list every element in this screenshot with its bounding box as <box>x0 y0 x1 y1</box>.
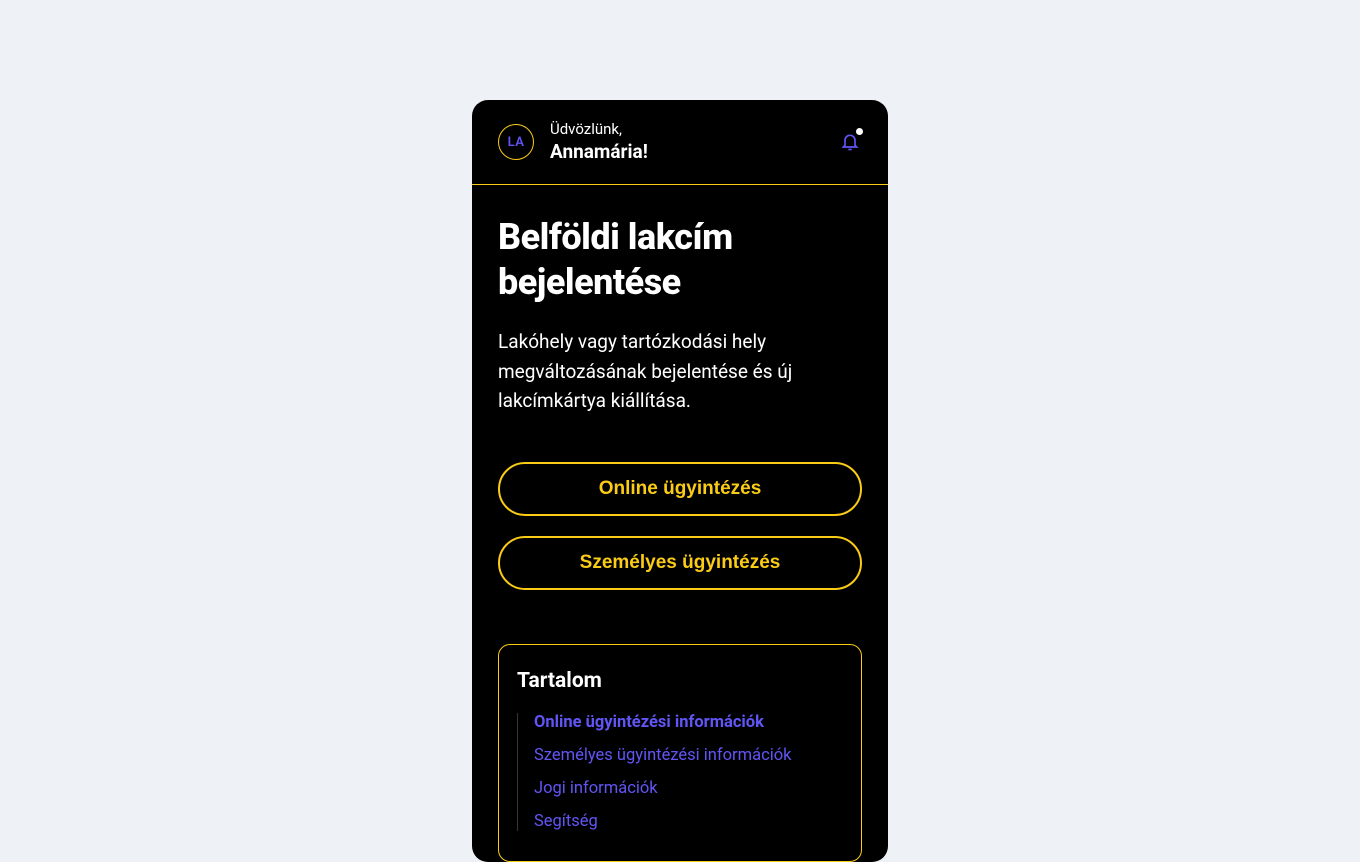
avatar[interactable]: LA <box>498 124 534 160</box>
notification-dot <box>856 128 863 135</box>
toc-card: Tartalom Online ügyintézési információk … <box>498 644 862 862</box>
avatar-initials: LA <box>508 135 525 150</box>
notifications-button[interactable] <box>838 130 862 154</box>
toc-item-online-info[interactable]: Online ügyintézési információk <box>534 713 843 732</box>
app-frame: LA Üdvözlünk, Annamária! Belföldi lakcím… <box>472 100 888 862</box>
greeting-name: Annamária! <box>550 140 838 165</box>
inperson-service-button[interactable]: Személyes ügyintézés <box>498 536 862 590</box>
toc-item-legal-info[interactable]: Jogi információk <box>534 779 843 798</box>
action-buttons: Online ügyintézés Személyes ügyintézés <box>498 462 862 590</box>
header: LA Üdvözlünk, Annamária! <box>472 100 888 185</box>
toc-list: Online ügyintézési információk Személyes… <box>517 713 843 831</box>
page-description: Lakóhely vagy tartózkodási hely megválto… <box>498 327 862 415</box>
greeting-block: Üdvözlünk, Annamária! <box>550 120 838 164</box>
toc-title: Tartalom <box>517 669 843 693</box>
online-service-button[interactable]: Online ügyintézés <box>498 462 862 516</box>
greeting-label: Üdvözlünk, <box>550 120 838 140</box>
toc-item-inperson-info[interactable]: Személyes ügyintézési információk <box>534 746 843 765</box>
main-content: Belföldi lakcím bejelentése Lakóhely vag… <box>472 185 888 861</box>
page-title: Belföldi lakcím bejelentése <box>498 215 862 305</box>
toc-item-help[interactable]: Segítség <box>534 812 843 831</box>
